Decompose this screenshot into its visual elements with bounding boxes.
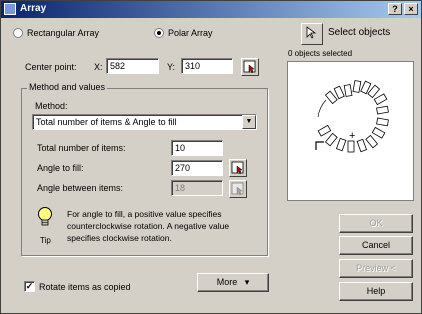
angle-between-input: 18 [171, 180, 223, 196]
method-label: Method: [35, 101, 68, 111]
select-objects-label: Select objects [328, 27, 391, 38]
method-values-title: Method and values [27, 82, 108, 92]
preview-pane: + [287, 61, 414, 201]
array-dialog: Array ? × Rectangular Array Polar Array … [0, 0, 422, 314]
method-dropdown[interactable]: Total number of items & Angle to fill ▼ [32, 114, 257, 130]
method-dropdown-value: Total number of items & Angle to fill [36, 117, 177, 127]
polar-array-radio[interactable] [154, 28, 164, 38]
polar-array-preview: + [315, 80, 389, 153]
rotate-items-checkbox[interactable]: ✓ [24, 281, 35, 292]
angle-fill-label: Angle to fill: [37, 163, 84, 173]
select-objects-icon [306, 26, 317, 39]
tip-line-1: For angle to fill, a positive value spec… [67, 209, 222, 219]
close-title-button[interactable]: × [404, 3, 418, 15]
rotate-items-label[interactable]: Rotate items as copied [39, 282, 131, 292]
preview-center-marker: + [349, 130, 355, 142]
center-x-input[interactable]: 582 [106, 58, 159, 74]
ok-button[interactable]: OK [339, 214, 413, 233]
center-x-label: X: [94, 62, 103, 72]
more-button-label: More [216, 277, 238, 287]
objects-selected-status: 0 objects selected [288, 49, 353, 58]
pick-angle-disabled-icon [231, 182, 244, 196]
cancel-button[interactable]: Cancel [339, 236, 413, 255]
pick-center-point-button[interactable] [241, 58, 259, 76]
chevron-down-icon[interactable]: ▼ [242, 115, 256, 129]
tip-line-3: specifies clockwise rotation. [67, 233, 172, 243]
lightbulb-icon [38, 207, 52, 226]
pick-point-icon [243, 60, 256, 74]
title-bar: Array ? × [1, 1, 421, 18]
pick-angle-icon [231, 161, 244, 175]
window-title: Array [20, 3, 47, 14]
more-chevron-icon: ▾ [244, 277, 250, 287]
angle-between-label: Angle between items: [37, 183, 124, 193]
pick-angle-fill-button[interactable] [229, 159, 247, 177]
radio-selected-dot [157, 31, 161, 35]
select-objects-button[interactable] [301, 23, 323, 45]
app-icon [4, 3, 16, 15]
angle-fill-input[interactable]: 270 [171, 160, 223, 176]
rectangular-array-radio[interactable] [13, 28, 23, 38]
tip-label: Tip [40, 236, 51, 245]
more-button[interactable]: More ▾ [197, 273, 269, 292]
rectangular-array-label[interactable]: Rectangular Array [27, 28, 99, 38]
pick-angle-between-button [229, 180, 247, 198]
tip-line-2: counterclockwise rotation. A negative va… [67, 221, 230, 231]
total-items-label: Total number of items: [37, 143, 126, 153]
center-y-label: Y: [167, 62, 176, 72]
total-items-input[interactable]: 10 [171, 140, 223, 156]
polar-array-label[interactable]: Polar Array [168, 28, 213, 38]
center-point-label: Center point: [25, 62, 77, 72]
help-title-button[interactable]: ? [388, 3, 402, 15]
preview-button[interactable]: Preview < [339, 259, 413, 278]
help-button[interactable]: Help [339, 282, 413, 301]
center-y-input[interactable]: 310 [181, 58, 233, 74]
